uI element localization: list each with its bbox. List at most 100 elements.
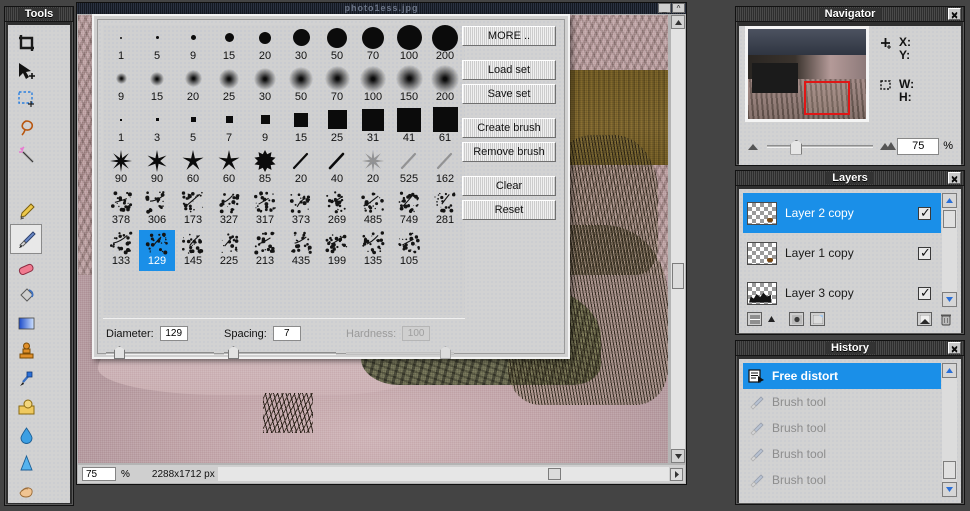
history-row[interactable]: Brush tool bbox=[743, 467, 941, 493]
navigator-close-icon[interactable]: ✕ bbox=[948, 8, 961, 20]
history-scroll-down-button[interactable] bbox=[942, 482, 957, 497]
layers-close-icon[interactable]: ✕ bbox=[948, 172, 961, 184]
more-button[interactable]: MORE .. bbox=[462, 26, 556, 46]
layer-visibility-checkbox[interactable] bbox=[918, 247, 931, 260]
sponge-tool[interactable] bbox=[11, 505, 41, 511]
brush-grid[interactable]: 1591520305070100200915202530507010015020… bbox=[103, 25, 465, 315]
gradient-tool[interactable] bbox=[11, 309, 41, 337]
remove-brush-button[interactable]: Remove brush bbox=[462, 142, 556, 162]
load-set-button[interactable]: Load set bbox=[462, 60, 556, 80]
brush-swatch[interactable]: 50 bbox=[319, 25, 355, 66]
clear-button[interactable]: Clear bbox=[462, 176, 556, 196]
brush-swatch[interactable]: 306 bbox=[139, 189, 175, 230]
brush-swatch[interactable]: 15 bbox=[211, 25, 247, 66]
brush-swatch[interactable]: 41 bbox=[391, 107, 427, 148]
brush-swatch[interactable]: 60 bbox=[175, 148, 211, 189]
brush-tool[interactable] bbox=[11, 225, 41, 253]
merge-layer-icon[interactable] bbox=[917, 312, 932, 326]
vertical-scroll-thumb[interactable] bbox=[672, 263, 684, 289]
zoom-level-field[interactable]: 75 bbox=[82, 467, 116, 481]
smudge-tool[interactable] bbox=[11, 477, 41, 505]
brush-swatch[interactable]: 20 bbox=[355, 148, 391, 189]
tools-palette-titlebar[interactable]: Tools bbox=[5, 7, 73, 22]
brush-swatch[interactable]: 281 bbox=[427, 189, 463, 230]
layer-thumbnail[interactable] bbox=[747, 202, 777, 225]
brush-swatch[interactable]: 30 bbox=[283, 25, 319, 66]
layers-titlebar[interactable]: Layers ✕ bbox=[736, 171, 964, 186]
history-scrollbar[interactable] bbox=[942, 363, 957, 497]
pencil-tool[interactable] bbox=[11, 197, 41, 225]
brush-swatch[interactable]: 70 bbox=[319, 66, 355, 107]
brush-swatch[interactable]: 105 bbox=[391, 230, 427, 271]
paint-bucket-tool[interactable] bbox=[11, 281, 41, 309]
navigator-zoom-knob[interactable] bbox=[790, 140, 802, 155]
brush-swatch[interactable]: 20 bbox=[283, 148, 319, 189]
brush-swatch[interactable]: 15 bbox=[139, 66, 175, 107]
image-window-titlebar[interactable]: photo1ess.jpg bbox=[77, 3, 686, 14]
brush-swatch[interactable]: 20 bbox=[247, 25, 283, 66]
magic-wand-tool[interactable] bbox=[11, 141, 41, 169]
spacing-slider-knob[interactable] bbox=[228, 346, 239, 359]
brush-swatch[interactable]: 50 bbox=[283, 66, 319, 107]
brush-swatch[interactable]: 85 bbox=[247, 148, 283, 189]
layer-row[interactable]: Layer 2 copy bbox=[743, 193, 941, 233]
create-brush-button[interactable]: Create brush bbox=[462, 118, 556, 138]
history-scroll-up-button[interactable] bbox=[942, 363, 957, 378]
brush-swatch[interactable]: 31 bbox=[355, 107, 391, 148]
lasso-tool[interactable] bbox=[11, 113, 41, 141]
brush-swatch[interactable]: 200 bbox=[427, 66, 463, 107]
brush-swatch[interactable]: 40 bbox=[319, 148, 355, 189]
brush-swatch[interactable]: 9 bbox=[103, 66, 139, 107]
minimize-button[interactable]: _ bbox=[658, 3, 671, 13]
brush-swatch[interactable]: 749 bbox=[391, 189, 427, 230]
brush-swatch[interactable]: 327 bbox=[211, 189, 247, 230]
layer-visibility-checkbox[interactable] bbox=[918, 207, 931, 220]
brush-swatch[interactable]: 9 bbox=[175, 25, 211, 66]
move-tool[interactable] bbox=[11, 57, 41, 85]
history-list[interactable]: Free distortBrush toolBrush toolBrush to… bbox=[743, 363, 941, 497]
layers-scrollbar[interactable] bbox=[942, 193, 957, 307]
hscroll-right-button[interactable] bbox=[670, 468, 683, 481]
history-row[interactable]: Brush tool bbox=[743, 441, 941, 467]
rectangular-marquee-tool[interactable] bbox=[11, 85, 41, 113]
horizontal-scroll-thumb[interactable] bbox=[548, 468, 561, 480]
brush-swatch[interactable]: 3 bbox=[139, 107, 175, 148]
brush-swatch[interactable]: 317 bbox=[247, 189, 283, 230]
blur-tool[interactable] bbox=[11, 421, 41, 449]
brush-swatch[interactable]: 162 bbox=[427, 148, 463, 189]
brush-swatch[interactable]: 7 bbox=[211, 107, 247, 148]
brush-swatch[interactable]: 1 bbox=[103, 107, 139, 148]
brush-swatch[interactable]: 1 bbox=[103, 25, 139, 66]
navigator-zoom-track[interactable] bbox=[767, 145, 873, 148]
layer-visibility-checkbox[interactable] bbox=[918, 287, 931, 300]
history-row[interactable]: Brush tool bbox=[743, 389, 941, 415]
brush-swatch[interactable]: 30 bbox=[247, 66, 283, 107]
navigator-zoom-field[interactable]: 75 bbox=[897, 138, 939, 155]
history-row[interactable]: Free distort bbox=[743, 363, 941, 389]
brush-swatch[interactable]: 199 bbox=[319, 230, 355, 271]
brush-swatch[interactable]: 145 bbox=[175, 230, 211, 271]
brush-swatch[interactable]: 100 bbox=[355, 66, 391, 107]
save-set-button[interactable]: Save set bbox=[462, 84, 556, 104]
reset-button[interactable]: Reset bbox=[462, 200, 556, 220]
brush-swatch[interactable]: 60 bbox=[211, 148, 247, 189]
brush-swatch[interactable]: 90 bbox=[103, 148, 139, 189]
layers-scroll-up-button[interactable] bbox=[942, 193, 957, 208]
history-row[interactable]: Brush tool bbox=[743, 415, 941, 441]
scroll-down-button[interactable] bbox=[671, 449, 685, 463]
scroll-up-button[interactable] bbox=[671, 15, 685, 29]
layer-mask-icon[interactable] bbox=[789, 312, 804, 326]
brush-swatch[interactable]: 200 bbox=[427, 25, 463, 66]
brush-swatch[interactable]: 225 bbox=[211, 230, 247, 271]
zoom-in-mountains-icon[interactable] bbox=[879, 141, 897, 151]
layer-row[interactable]: Layer 3 copy bbox=[743, 273, 941, 307]
spacing-slider[interactable] bbox=[224, 345, 336, 359]
brush-swatch[interactable]: 25 bbox=[211, 66, 247, 107]
brush-swatch[interactable]: 129 bbox=[139, 230, 175, 271]
clone-stamp-tool[interactable] bbox=[11, 337, 41, 365]
history-scroll-thumb[interactable] bbox=[943, 461, 956, 479]
brush-swatch[interactable]: 133 bbox=[103, 230, 139, 271]
pattern-stamp-tool[interactable] bbox=[11, 393, 41, 421]
brush-swatch[interactable]: 485 bbox=[355, 189, 391, 230]
zoom-out-mountain-icon[interactable] bbox=[747, 142, 761, 151]
